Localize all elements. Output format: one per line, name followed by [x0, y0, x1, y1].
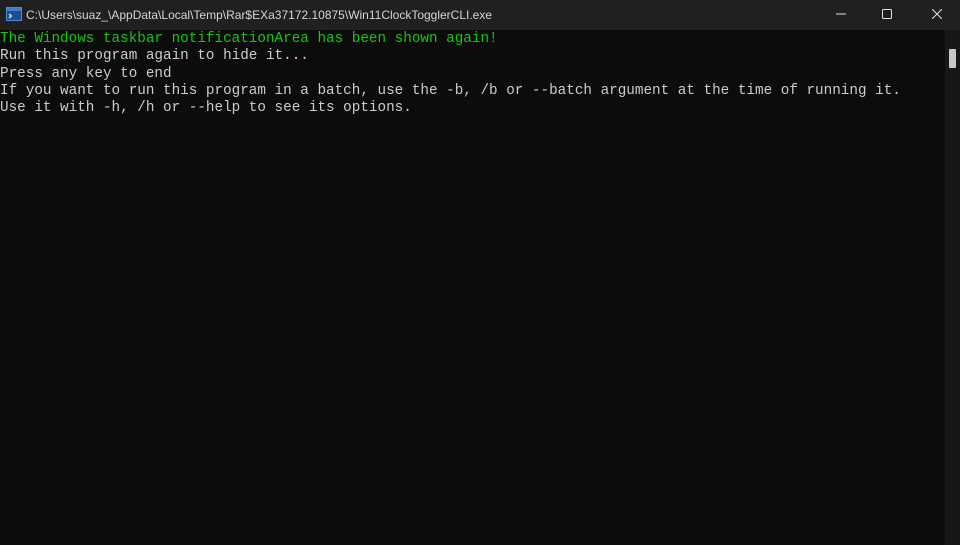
- title-bar[interactable]: C:\Users\suaz_\AppData\Local\Temp\Rar$EX…: [0, 0, 960, 30]
- console-window: C:\Users\suaz_\AppData\Local\Temp\Rar$EX…: [0, 0, 960, 545]
- console-line: If you want to run this program in a bat…: [0, 82, 901, 99]
- console-line-success: The Windows taskbar notificationArea has…: [0, 31, 498, 47]
- minimize-icon: [836, 6, 846, 24]
- close-icon: [931, 6, 943, 24]
- close-button[interactable]: [914, 0, 960, 30]
- console-output[interactable]: The Windows taskbar notificationArea has…: [0, 30, 945, 545]
- maximize-icon: [882, 6, 892, 24]
- console-line: Press any key to end: [0, 65, 172, 82]
- console-line: Use it with -h, /h or --help to see its …: [0, 100, 412, 117]
- vertical-scrollbar[interactable]: [945, 30, 960, 545]
- console-app-icon[interactable]: [6, 7, 22, 21]
- maximize-button[interactable]: [864, 0, 910, 30]
- console-line: Run this program again to hide it...: [0, 48, 309, 65]
- minimize-button[interactable]: [818, 0, 864, 30]
- window-title: C:\Users\suaz_\AppData\Local\Temp\Rar$EX…: [26, 8, 493, 22]
- scrollbar-thumb[interactable]: [949, 49, 956, 68]
